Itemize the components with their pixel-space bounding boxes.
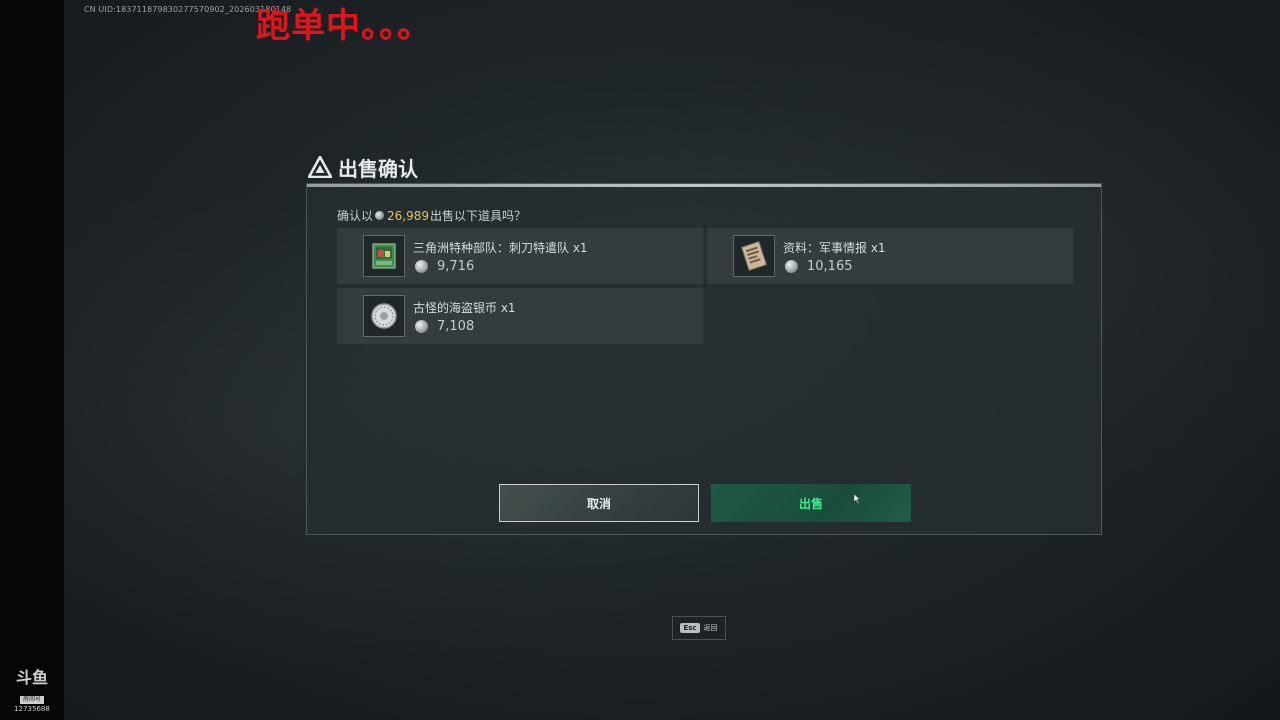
logo-mark: 斗鱼 (15, 668, 48, 687)
logo-sub: 房间号 (19, 696, 44, 704)
left-black-bar (0, 0, 64, 720)
warning-triangle-icon (308, 156, 332, 178)
sell-confirm-dialog: 确认以 26,989 出售以下道具吗？ 三角洲特种部队：刺刀特遣队 x1 9,7… (306, 183, 1102, 535)
cancel-button[interactable]: 取消 (499, 484, 699, 522)
confirm-prefix: 确认以 (337, 209, 374, 223)
art-card-icon (363, 235, 405, 277)
item-price: 7,108 (415, 319, 474, 334)
intel-document-icon (733, 235, 775, 277)
coin-icon (785, 260, 798, 273)
item-name: 资料：军事情报 x1 (783, 241, 886, 255)
coin-icon (415, 260, 428, 273)
item-name: 古怪的海盗银币 x1 (413, 301, 516, 315)
item-name: 三角洲特种部队：刺刀特遣队 x1 (413, 241, 588, 255)
sell-button[interactable]: 出售 (711, 484, 911, 522)
mouse-cursor-icon (853, 494, 861, 504)
item-price-value: 9,716 (437, 259, 475, 274)
confirm-message: 确认以 26,989 出售以下道具吗？ (337, 207, 526, 224)
room-number: 12735688 (14, 705, 50, 713)
coin-icon (375, 211, 385, 220)
confirm-suffix: 出售以下道具吗？ (430, 209, 527, 223)
douyu-logo: 斗鱼 房间号 12735688 (8, 670, 56, 714)
item-card: 三角洲特种部队：刺刀特遣队 x1 9,716 (337, 228, 703, 284)
item-card: 资料：军事情报 x1 10,165 (707, 228, 1073, 284)
esc-key: Esc (680, 623, 700, 633)
esc-back-hint[interactable]: Esc 返回 (672, 616, 726, 640)
total-amount: 26,989 (387, 208, 430, 223)
dialog-title-text: 出售确认 (338, 156, 418, 181)
item-price-value: 10,165 (807, 259, 853, 274)
dialog-title: 出售确认 (308, 152, 418, 182)
dialog-top-line (307, 184, 1101, 187)
item-card: 古怪的海盗银币 x1 7,108 (337, 288, 703, 344)
silver-coin-icon (363, 295, 405, 337)
coin-icon (415, 320, 428, 333)
item-price: 10,165 (785, 259, 853, 274)
game-screen: CN UID:183711879830277570902_20260318014… (0, 0, 1280, 720)
esc-label: 返回 (703, 624, 718, 632)
stream-overlay-text: 跑单中。。。 (256, 6, 432, 46)
item-price-value: 7,108 (437, 319, 475, 334)
item-price: 9,716 (415, 259, 474, 274)
